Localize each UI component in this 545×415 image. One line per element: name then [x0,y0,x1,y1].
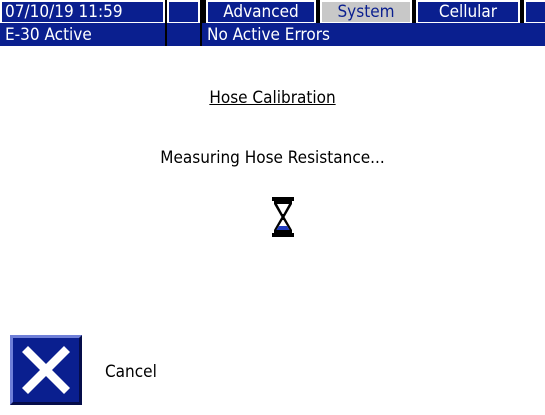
tab-cellular[interactable]: Cellular [416,0,520,24]
page-title: Hose Calibration [209,88,336,108]
system-status: E-30 Active [0,23,165,46]
status-header: 07/10/19 11:59 Advanced System Cellular … [0,0,545,46]
tab-advanced[interactable]: Advanced [206,0,316,24]
status-message: Measuring Hose Resistance... [160,148,385,168]
datetime-display: 07/10/19 11:59 [0,0,165,24]
status-indicator-cell [167,23,200,46]
hourglass-icon [271,196,295,238]
tab-system[interactable]: System [320,0,412,24]
header-blank-cell [167,0,200,24]
tab-overflow[interactable] [524,0,545,24]
cancel-button[interactable] [10,335,82,405]
close-x-icon [22,346,70,394]
cancel-label: Cancel [105,362,157,382]
error-status: No Active Errors [202,23,545,46]
